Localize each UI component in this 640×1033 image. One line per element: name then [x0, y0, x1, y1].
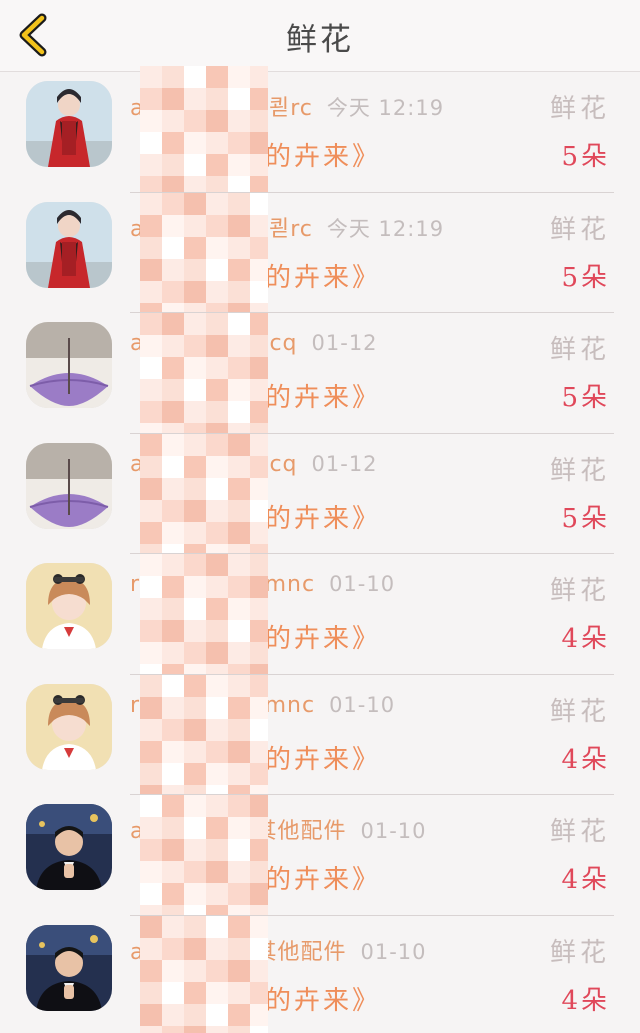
sender-name-tail: 其他配件: [254, 819, 347, 844]
timestamp: 01-12: [311, 331, 378, 355]
avatar[interactable]: [26, 924, 112, 1011]
gift-type: 鲜花: [549, 937, 610, 968]
gift-type: 鲜花: [549, 94, 610, 124]
gift-type: 鲜花: [549, 455, 610, 486]
top-bar: 鲜花: [0, 0, 640, 72]
book-title-text: 的卉来》: [265, 503, 382, 534]
avatar[interactable]: [26, 81, 112, 167]
avatar[interactable]: [26, 683, 112, 770]
book-title-text: 的卉来》: [265, 865, 382, 895]
redaction-mosaic: [140, 674, 268, 795]
gift-row[interactable]: r emnc 01-10 的卉来》 鲜花 4朵: [0, 554, 640, 675]
gift-row[interactable]: a bcq 01-12 的卉来》 鲜花 5朵: [0, 433, 640, 555]
timestamp: 01-10: [329, 692, 396, 717]
avatar[interactable]: [26, 804, 112, 890]
gift-count: 4朵: [561, 865, 610, 895]
gift-type: 鲜花: [549, 214, 610, 245]
redaction-mosaic: [140, 66, 268, 192]
gift-count: 4朵: [561, 744, 610, 775]
avatar[interactable]: [26, 322, 112, 408]
redaction-mosaic: [140, 915, 268, 1033]
gift-count: 5朵: [561, 142, 610, 172]
gift-row[interactable]: a 其他配件 01-10 的卉来》 鲜花 4朵: [0, 915, 640, 1033]
avatar[interactable]: [26, 442, 112, 529]
gift-type: 鲜花: [549, 817, 610, 847]
app-screen: 鲜花 aa쾯rc今天 12:19 的卉来》 鲜花 5朵 aa: [0, 0, 640, 1033]
gift-type: 鲜花: [549, 335, 610, 365]
timestamp: 01-10: [329, 572, 396, 596]
timestamp: 今天 12:19: [326, 216, 445, 241]
gift-row[interactable]: aa쾯rc今天 12:19 的卉来》 鲜花 5朵: [0, 192, 640, 314]
book-title-text: 的卉来》: [265, 624, 382, 654]
gift-count: 4朵: [561, 985, 610, 1016]
redaction-mosaic: [140, 313, 268, 433]
sender-name-head: r: [130, 692, 141, 718]
book-title-text: 的卉来》: [265, 744, 382, 775]
timestamp: 01-10: [360, 819, 427, 843]
timestamp: 今天 12:19: [326, 96, 445, 120]
sender-name-head: r: [130, 572, 141, 597]
book-title-text: 的卉来》: [265, 262, 382, 293]
gift-count: 5朵: [561, 383, 610, 413]
gift-count: 4朵: [561, 624, 610, 654]
redaction-mosaic: [140, 795, 268, 915]
gift-count: 5朵: [561, 503, 610, 534]
gift-row[interactable]: a bcq 01-12 的卉来》 鲜花 5朵: [0, 313, 640, 434]
book-title-text: 的卉来》: [265, 142, 382, 172]
book-title-text: 的卉来》: [265, 383, 382, 413]
timestamp: 01-12: [311, 451, 378, 476]
gift-type: 鲜花: [549, 576, 610, 606]
book-title-text: 的卉来》: [265, 985, 382, 1016]
gift-type: 鲜花: [549, 696, 610, 727]
page-title: 鲜花: [286, 22, 354, 58]
avatar[interactable]: [26, 201, 112, 288]
timestamp: 01-10: [360, 939, 427, 964]
sender-name-tail: 其他配件: [254, 939, 347, 965]
avatar[interactable]: [26, 563, 112, 649]
gift-list: aa쾯rc今天 12:19 的卉来》 鲜花 5朵 aa쾯rc今天 12:19 的…: [0, 66, 640, 1033]
gift-count: 5朵: [561, 262, 610, 293]
redaction-mosaic: [140, 554, 268, 674]
redaction-mosaic: [140, 433, 268, 554]
gift-row[interactable]: a 其他配件 01-10 的卉来》 鲜花 4朵: [0, 795, 640, 916]
gift-row[interactable]: r emnc 01-10 的卉来》 鲜花 4朵: [0, 674, 640, 796]
redaction-mosaic: [140, 192, 268, 313]
gift-row[interactable]: aa쾯rc今天 12:19 的卉来》 鲜花 5朵: [0, 66, 640, 193]
